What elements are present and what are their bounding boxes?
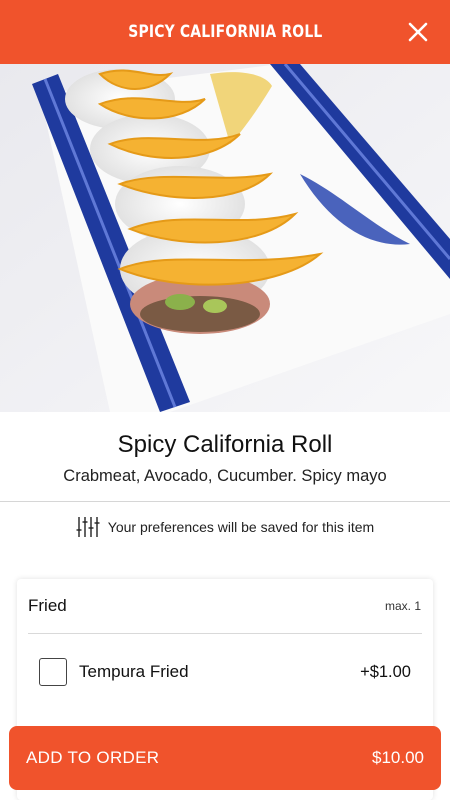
preferences-text: Your preferences will be saved for this … <box>107 519 375 535</box>
order-total-price: $10.00 <box>372 748 424 767</box>
header-bar: SPICY CALIFORNIA ROLL <box>0 0 450 64</box>
option-group-header: Fried max. 1 <box>17 579 433 633</box>
item-description: Crabmeat, Avocado, Cucumber. Spicy mayo <box>63 467 387 485</box>
option-group-max: max. 1 <box>384 599 421 613</box>
header-title: SPICY CALIFORNIA ROLL <box>127 22 323 42</box>
close-button[interactable] <box>404 18 432 46</box>
option-tempura-fried[interactable]: Tempura Fried +$1.00 <box>17 634 433 710</box>
add-to-order-label: ADD TO ORDER <box>26 748 160 767</box>
preferences-note: Your preferences will be saved for this … <box>0 512 450 542</box>
add-to-order-button[interactable]: ADD TO ORDER $10.00 <box>9 726 441 790</box>
close-icon[interactable] <box>404 18 432 46</box>
option-checkbox[interactable] <box>39 658 67 686</box>
divider <box>0 501 450 502</box>
option-price: +$1.00 <box>360 662 411 681</box>
sliders-icon <box>76 517 100 537</box>
option-group-title: Fried <box>28 596 67 615</box>
item-name: Spicy California Roll <box>117 431 333 458</box>
option-label: Tempura Fried <box>79 662 189 681</box>
item-info: Spicy California Roll Crabmeat, Avocado,… <box>0 412 450 501</box>
item-photo <box>0 64 450 412</box>
